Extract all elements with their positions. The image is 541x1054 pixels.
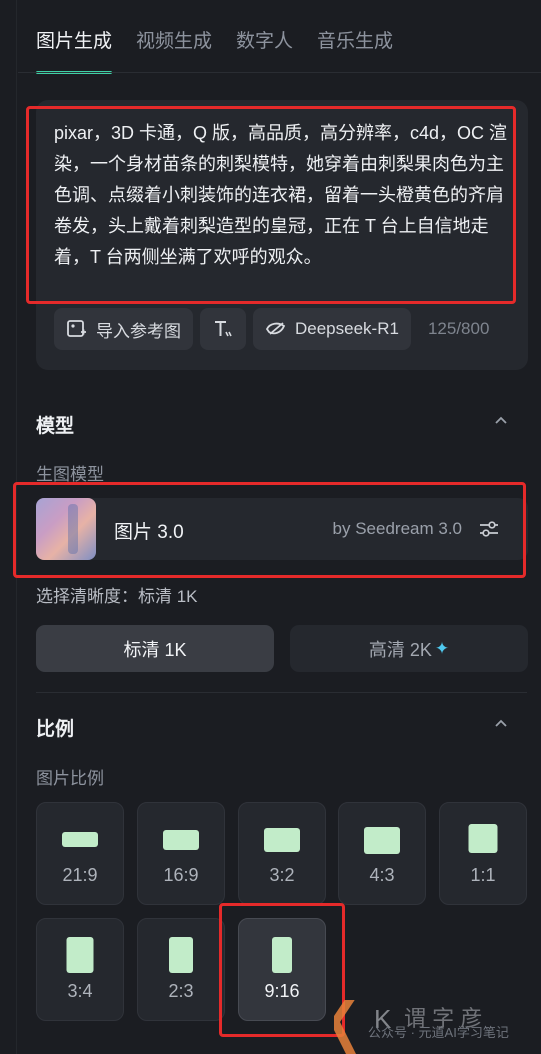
ratio-section-title: 比例 bbox=[36, 719, 75, 740]
ratio-shape bbox=[62, 832, 98, 847]
model-selector[interactable]: 图片 3.0 by Seedream 3.0 bbox=[36, 498, 528, 560]
tab-video-generation[interactable]: 视频生成 bbox=[136, 26, 212, 74]
ratio-option-3-4[interactable]: 3:4 bbox=[36, 918, 124, 1021]
tab-digital-human[interactable]: 数字人 bbox=[236, 26, 293, 74]
ratio-option-3-2[interactable]: 3:2 bbox=[238, 802, 326, 905]
ratio-label: 3:2 bbox=[269, 865, 295, 885]
ratio-label: 3:4 bbox=[67, 981, 93, 1001]
ratio-option-9-16[interactable]: 9:16 bbox=[238, 918, 326, 1021]
model-subtitle: 生图模型 bbox=[36, 465, 104, 484]
ratio-shape bbox=[468, 824, 498, 853]
deepseek-icon bbox=[265, 318, 287, 340]
ratio-option-16-9[interactable]: 16:9 bbox=[137, 802, 225, 905]
sidebar-edge bbox=[16, 0, 17, 1054]
ratio-option-1-1[interactable]: 1:1 bbox=[439, 802, 527, 905]
ratio-shape bbox=[272, 937, 292, 973]
ratio-option-2-3[interactable]: 2:3 bbox=[137, 918, 225, 1021]
ratio-label: 1:1 bbox=[470, 865, 496, 885]
settings-sliders-icon[interactable] bbox=[478, 518, 500, 540]
ratio-shape bbox=[163, 830, 199, 850]
import-reference-button[interactable]: 导入参考图 bbox=[54, 308, 193, 350]
resolution-hd-button[interactable]: 高清 2K ✦ bbox=[290, 625, 528, 672]
app-panel: 图片生成 视频生成 数字人 音乐生成 pixar，3D 卡通，Q 版，高品质，高… bbox=[0, 0, 541, 1054]
ratio-shape bbox=[364, 827, 400, 854]
watermark-text: 公众号 · 元道AI学习笔记 bbox=[368, 1025, 509, 1040]
chevron-up-icon[interactable] bbox=[493, 412, 509, 428]
watermark: K 谓 字 彦 公众号 · 元道AI学习笔记 bbox=[334, 1000, 541, 1054]
resolution-hd-label: 高清 2K bbox=[368, 639, 432, 660]
deepseek-toggle-button[interactable]: Deepseek-R1 bbox=[253, 308, 411, 350]
model-thumbnail bbox=[36, 498, 96, 560]
ratio-label: 9:16 bbox=[264, 981, 300, 1001]
tab-image-generation[interactable]: 图片生成 bbox=[36, 26, 113, 74]
ratio-option-4-3[interactable]: 4:3 bbox=[338, 802, 426, 905]
ratio-shape bbox=[169, 937, 193, 973]
tab-music-generation[interactable]: 音乐生成 bbox=[317, 26, 393, 74]
model-section-title: 模型 bbox=[36, 416, 75, 437]
ratio-subtitle: 图片比例 bbox=[36, 769, 104, 788]
resolution-sd-button[interactable]: 标清 1K bbox=[36, 625, 274, 672]
deepseek-label: Deepseek-R1 bbox=[295, 319, 399, 338]
section-divider bbox=[36, 692, 527, 693]
mode-tabs: 图片生成 视频生成 数字人 音乐生成 bbox=[36, 26, 393, 74]
import-reference-label: 导入参考图 bbox=[96, 321, 181, 341]
ratio-label: 16:9 bbox=[163, 865, 199, 885]
prompt-textarea[interactable]: pixar，3D 卡通，Q 版，高品质，高分辨率，c4d，OC 渲染，一个身材苗… bbox=[54, 118, 514, 273]
text-format-button[interactable] bbox=[200, 308, 246, 350]
model-name: 图片 3.0 bbox=[114, 522, 184, 543]
resolution-label: 选择清晰度：标清 1K bbox=[36, 587, 198, 606]
ratio-label: 4:3 bbox=[369, 865, 395, 885]
model-provider: by Seedream 3.0 bbox=[332, 519, 462, 538]
sparkle-icon: ✦ bbox=[434, 638, 450, 658]
text-style-icon bbox=[212, 318, 234, 340]
ratio-label: 2:3 bbox=[168, 981, 194, 1001]
image-add-icon bbox=[66, 318, 88, 340]
tabs-divider bbox=[18, 72, 541, 73]
char-counter: 125/800 bbox=[427, 319, 490, 338]
ratio-option-21-9[interactable]: 21:9 bbox=[36, 802, 124, 905]
ratio-label: 21:9 bbox=[62, 865, 98, 885]
ratio-shape bbox=[66, 937, 94, 973]
prompt-toolbar: 导入参考图 Deepseek-R1 125/800 bbox=[54, 308, 489, 350]
prompt-card: pixar，3D 卡通，Q 版，高品质，高分辨率，c4d，OC 渲染，一个身材苗… bbox=[36, 100, 528, 370]
chevron-up-icon[interactable] bbox=[493, 715, 509, 731]
ratio-shape bbox=[264, 828, 300, 852]
